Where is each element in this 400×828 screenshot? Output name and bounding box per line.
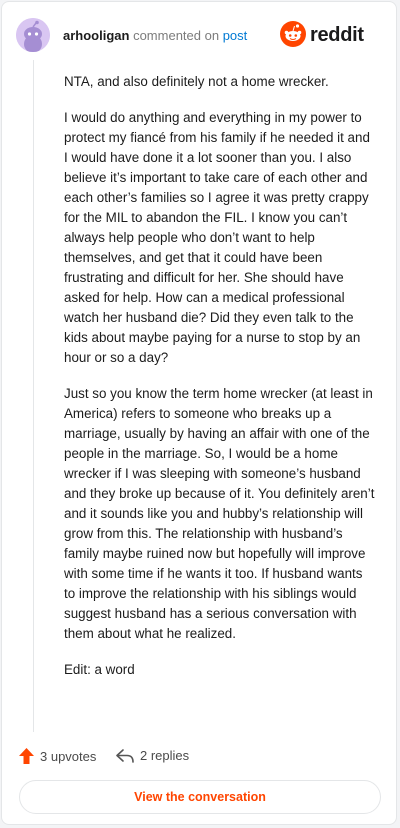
reddit-wordmark: reddit xyxy=(310,24,364,46)
user-avatar[interactable] xyxy=(16,18,50,52)
commented-on-text: commented on xyxy=(133,28,220,43)
comment-meta: arhooligan commented on post xyxy=(63,28,247,44)
upvote-arrow-icon xyxy=(19,748,34,764)
comment-header: arhooligan commented on post reddit xyxy=(16,18,382,52)
comment-actions: 3 upvotes 2 replies xyxy=(16,745,382,769)
upvote-button[interactable]: 3 upvotes xyxy=(19,748,96,764)
thread-line xyxy=(33,60,34,732)
comment-paragraph: Just so you know the term home wrecker (… xyxy=(64,386,375,641)
comment-body: NTA, and also definitely not a home wrec… xyxy=(64,72,376,696)
upvote-count: 3 upvotes xyxy=(40,748,97,764)
reply-arrow-icon xyxy=(116,748,134,763)
replies-count: 2 replies xyxy=(140,748,190,763)
comment-card: arhooligan commented on post reddit NTA,… xyxy=(1,1,397,825)
view-conversation-button[interactable]: View the conversation xyxy=(19,780,381,814)
comment-paragraph: Edit: a word xyxy=(64,662,135,677)
reddit-snoo-logo-icon xyxy=(280,21,306,47)
reddit-logo[interactable]: reddit xyxy=(280,21,380,49)
comment-paragraph: I would do anything and everything in my… xyxy=(64,110,370,365)
snoo-avatar-icon xyxy=(16,18,50,52)
comment-paragraph: NTA, and also definitely not a home wrec… xyxy=(64,74,329,89)
replies-button[interactable]: 2 replies xyxy=(116,748,189,763)
post-link[interactable]: post xyxy=(223,28,248,43)
username-link[interactable]: arhooligan xyxy=(63,28,129,43)
